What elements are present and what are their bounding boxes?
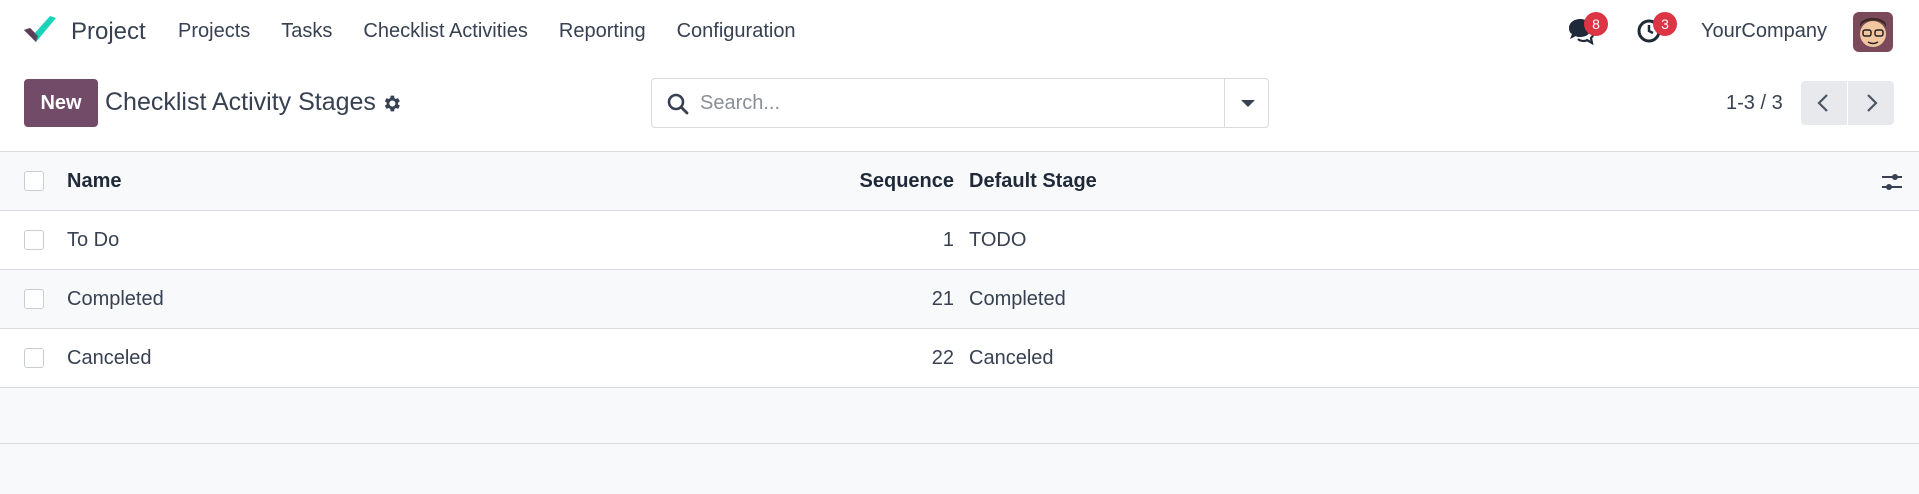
cell-default-stage[interactable]: Canceled	[969, 347, 1054, 370]
cell-name[interactable]: To Do	[67, 229, 119, 252]
column-header-sequence[interactable]: Sequence	[860, 170, 954, 193]
pager-next-button[interactable]	[1848, 81, 1894, 125]
cell-sequence[interactable]: 22	[932, 347, 954, 370]
search-options-toggle[interactable]	[1224, 79, 1268, 127]
menu-item-configuration[interactable]: Configuration	[677, 20, 796, 43]
cell-default-stage[interactable]: TODO	[969, 229, 1026, 252]
menu-item-checklist-activities[interactable]: Checklist Activities	[363, 20, 528, 43]
table-footer	[0, 388, 1919, 444]
cell-default-stage[interactable]: Completed	[969, 288, 1066, 311]
chevron-down-icon	[1241, 100, 1255, 107]
column-header-default-stage[interactable]: Default Stage	[969, 170, 1097, 193]
control-panel: New Checklist Activity Stages 1-3 / 3	[0, 64, 1919, 152]
table-row[interactable]: Canceled 22 Canceled	[0, 329, 1919, 388]
pager-previous-button[interactable]	[1801, 81, 1847, 125]
search-bar	[651, 78, 1269, 128]
list-table: Name Sequence Default Stage To Do 1 TODO…	[0, 152, 1919, 444]
company-switcher[interactable]: YourCompany	[1701, 20, 1827, 43]
cell-name[interactable]: Canceled	[67, 347, 152, 370]
app-logo-icon[interactable]	[22, 14, 58, 48]
user-avatar-icon	[1853, 12, 1893, 52]
search-input[interactable]	[700, 79, 1205, 127]
chevron-left-icon	[1817, 94, 1828, 112]
table-row[interactable]: To Do 1 TODO	[0, 211, 1919, 270]
avatar[interactable]	[1853, 12, 1893, 52]
chevron-right-icon	[1867, 94, 1878, 112]
cell-name[interactable]: Completed	[67, 288, 164, 311]
activities-button[interactable]: 3	[1635, 12, 1677, 46]
search-icon	[667, 93, 689, 115]
row-checkbox[interactable]	[24, 348, 44, 368]
select-all-checkbox[interactable]	[24, 171, 44, 191]
main-menu: Projects Tasks Checklist Activities Repo…	[178, 20, 827, 43]
pager-value[interactable]: 1-3 / 3	[1726, 92, 1783, 115]
table-row[interactable]: Completed 21 Completed	[0, 270, 1919, 329]
messages-badge: 8	[1584, 12, 1608, 36]
table-header: Name Sequence Default Stage	[0, 152, 1919, 211]
row-checkbox[interactable]	[24, 230, 44, 250]
top-navbar: Project Projects Tasks Checklist Activit…	[0, 0, 1919, 64]
new-button[interactable]: New	[24, 79, 98, 127]
cell-sequence[interactable]: 21	[932, 288, 954, 311]
sliders-icon[interactable]	[1881, 171, 1903, 193]
app-name[interactable]: Project	[71, 18, 146, 46]
menu-item-tasks[interactable]: Tasks	[281, 20, 332, 43]
menu-item-projects[interactable]: Projects	[178, 20, 250, 43]
gear-icon[interactable]	[381, 93, 402, 114]
activities-badge: 3	[1653, 12, 1677, 36]
page-title[interactable]: Checklist Activity Stages	[105, 88, 376, 117]
column-header-name[interactable]: Name	[67, 170, 121, 193]
cell-sequence[interactable]: 1	[943, 229, 954, 252]
messages-button[interactable]: 8	[1566, 12, 1608, 46]
row-checkbox[interactable]	[24, 289, 44, 309]
menu-item-reporting[interactable]: Reporting	[559, 20, 646, 43]
